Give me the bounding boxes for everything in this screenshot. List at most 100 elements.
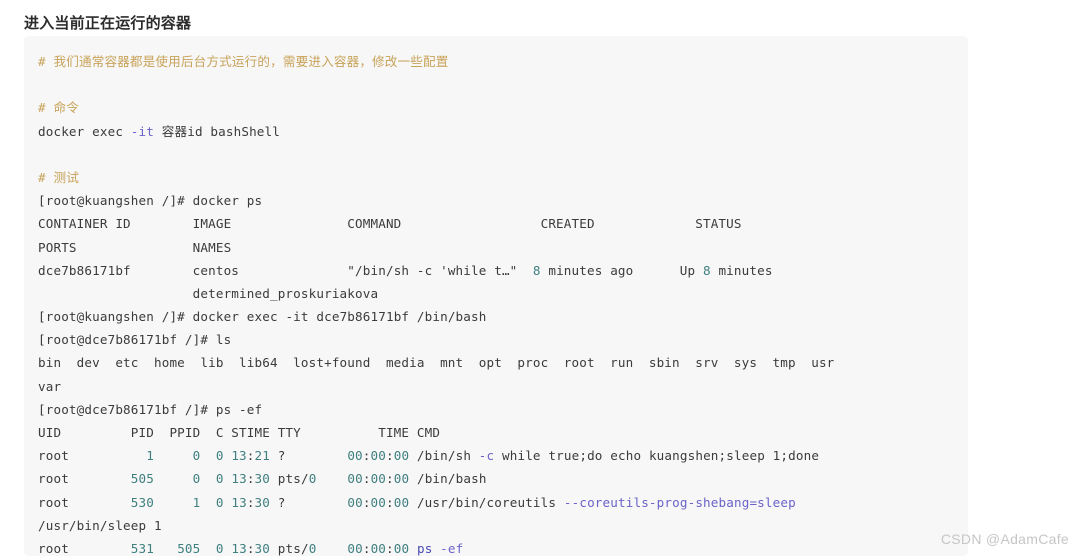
code-token-num: 1 [146, 448, 154, 464]
code-token-num: 00 [393, 494, 410, 510]
code-token-num: 13 [231, 471, 247, 487]
code-token-comment: # 我们通常容器都是使用后台方式运行的，需要进入容器，修改一些配置 [38, 54, 449, 69]
code-token-plain: kuangshen;sleep [641, 448, 773, 464]
code-line: var [38, 375, 968, 398]
code-token-num: 00 [347, 494, 363, 510]
code-token-num: 00 [370, 540, 387, 556]
code-token-command: docker ps [192, 193, 263, 209]
code-line: docker exec -it 容器id bashShell [38, 120, 968, 143]
code-token-string: "/bin/sh -c 'while t…" [347, 262, 518, 278]
code-token-plain: [root@kuangshen /]# [38, 309, 193, 325]
code-token-plain: root [38, 494, 131, 510]
code-token-num: 21 [254, 448, 270, 464]
page-title: 进入当前正在运行的容器 [24, 15, 192, 33]
code-line: # 测试 [38, 166, 968, 189]
code-line: CONTAINER ID IMAGE COMMAND CREATED STATU… [38, 212, 968, 235]
code-token-plain: /bin/sh [409, 448, 479, 464]
code-token-flag: -c [478, 448, 495, 464]
code-token-num: 00 [393, 448, 410, 464]
code-token-num: 30 [254, 471, 271, 487]
code-line: [root@dce7b86171bf /]# ps -ef [38, 398, 968, 421]
code-line: root 530 1 0 13:30 ? 00:00:00 /usr/bin/c… [38, 491, 968, 514]
code-token-plain: : [362, 471, 371, 487]
code-token-plain: /usr/bin/coreutils [409, 494, 564, 510]
code-token-num: 13 [231, 494, 247, 510]
code-token-plain: : [246, 494, 255, 510]
code-token-plain: : [386, 471, 394, 487]
code-token-num: 8 [702, 262, 711, 278]
code-token-keyword: echo [610, 448, 642, 464]
code-token-plain: ? [270, 448, 348, 464]
code-token-plain: root [38, 471, 131, 487]
code-token-command: docker exec -it dce7b86171bf /bin/bash [192, 309, 487, 325]
code-token-plain: ? [270, 494, 348, 510]
code-token-num: 0 [215, 540, 224, 556]
code-token-ps: ps [416, 540, 433, 556]
code-token-num: 0 [215, 448, 224, 464]
code-token-plain: root [38, 448, 147, 464]
code-token-num: 00 [347, 448, 363, 464]
code-token-plain: minutes ago Up [540, 262, 703, 278]
code-token-plain: : [362, 540, 371, 556]
code-token-plain: pts/ [270, 471, 309, 487]
code-token-comment: # 命令 [38, 100, 79, 116]
code-token-num: 531 [130, 540, 154, 556]
code-token-keyword: while [502, 448, 541, 464]
code-token-num: 00 [347, 540, 363, 556]
code-token-plain: : [386, 494, 394, 510]
code-token-plain: [root@dce7b86171bf /]# [38, 401, 216, 417]
code-line: # 命令 [38, 96, 968, 119]
code-line: dce7b86171bf centos "/bin/sh -c 'while t… [38, 259, 968, 282]
code-token-plain: : [246, 471, 255, 487]
code-token-num: 8 [532, 262, 541, 278]
code-token-plain: determined_proskuriakova [38, 285, 379, 301]
code-token-num: 0 [215, 471, 224, 487]
code-token-plain: dce7b86171bf centos [38, 262, 348, 278]
code-token-plain: CONTAINER ID IMAGE COMMAND CREATED STATU… [38, 216, 742, 232]
code-token-num: 00 [393, 471, 410, 487]
code-token-num: 00 [393, 540, 410, 556]
code-line: determined_proskuriakova [38, 282, 968, 305]
code-line: root 505 0 0 13:30 pts/0 00:00:00 /bin/b… [38, 467, 968, 490]
code-token-plain: ;done [780, 448, 820, 464]
code-token-num: 30 [254, 540, 271, 556]
code-line: root 531 505 0 13:30 pts/0 00:00:00 ps -… [38, 537, 968, 556]
code-line: UID PID PPID C STIME TTY TIME CMD [38, 421, 968, 444]
code-token-plain: [root@kuangshen /]# [38, 193, 193, 209]
code-token-plain: : [386, 540, 394, 556]
code-lines-container: # 我们通常容器都是使用后台方式运行的，需要进入容器，修改一些配置 # 命令 doc… [38, 50, 968, 556]
code-token-comment: # 测试 [38, 169, 79, 185]
code-token-plain: 容器id bashShell [154, 123, 281, 139]
code-token-num: 00 [347, 471, 363, 487]
code-token-plain: /usr/bin/sleep [38, 517, 154, 533]
code-token-num: 530 [130, 494, 154, 510]
code-token-command: ls [215, 332, 232, 348]
code-block: # 我们通常容器都是使用后台方式运行的，需要进入容器，修改一些配置 # 命令 doc… [24, 36, 968, 556]
code-token-num: 00 [370, 494, 387, 510]
code-token-plain: ;do [579, 448, 611, 464]
code-token-plain: minutes [710, 262, 773, 278]
code-token-flag: -it [130, 123, 154, 139]
code-token-num: 00 [370, 471, 387, 487]
code-line: [root@kuangshen /]# docker ps [38, 189, 968, 212]
code-line: [root@kuangshen /]# docker exec -it dce7… [38, 305, 968, 328]
code-line: # 我们通常容器都是使用后台方式运行的，需要进入容器，修改一些配置 [38, 50, 968, 73]
code-token-plain: pts/ [270, 540, 309, 556]
code-token-plain: : [362, 448, 371, 464]
code-token-flag: -ef [440, 540, 464, 556]
code-token-plain: var [38, 378, 62, 394]
code-token-num: 13 [231, 540, 247, 556]
code-token-plain: bin dev etc home lib lib64 lost+found me… [38, 355, 835, 371]
